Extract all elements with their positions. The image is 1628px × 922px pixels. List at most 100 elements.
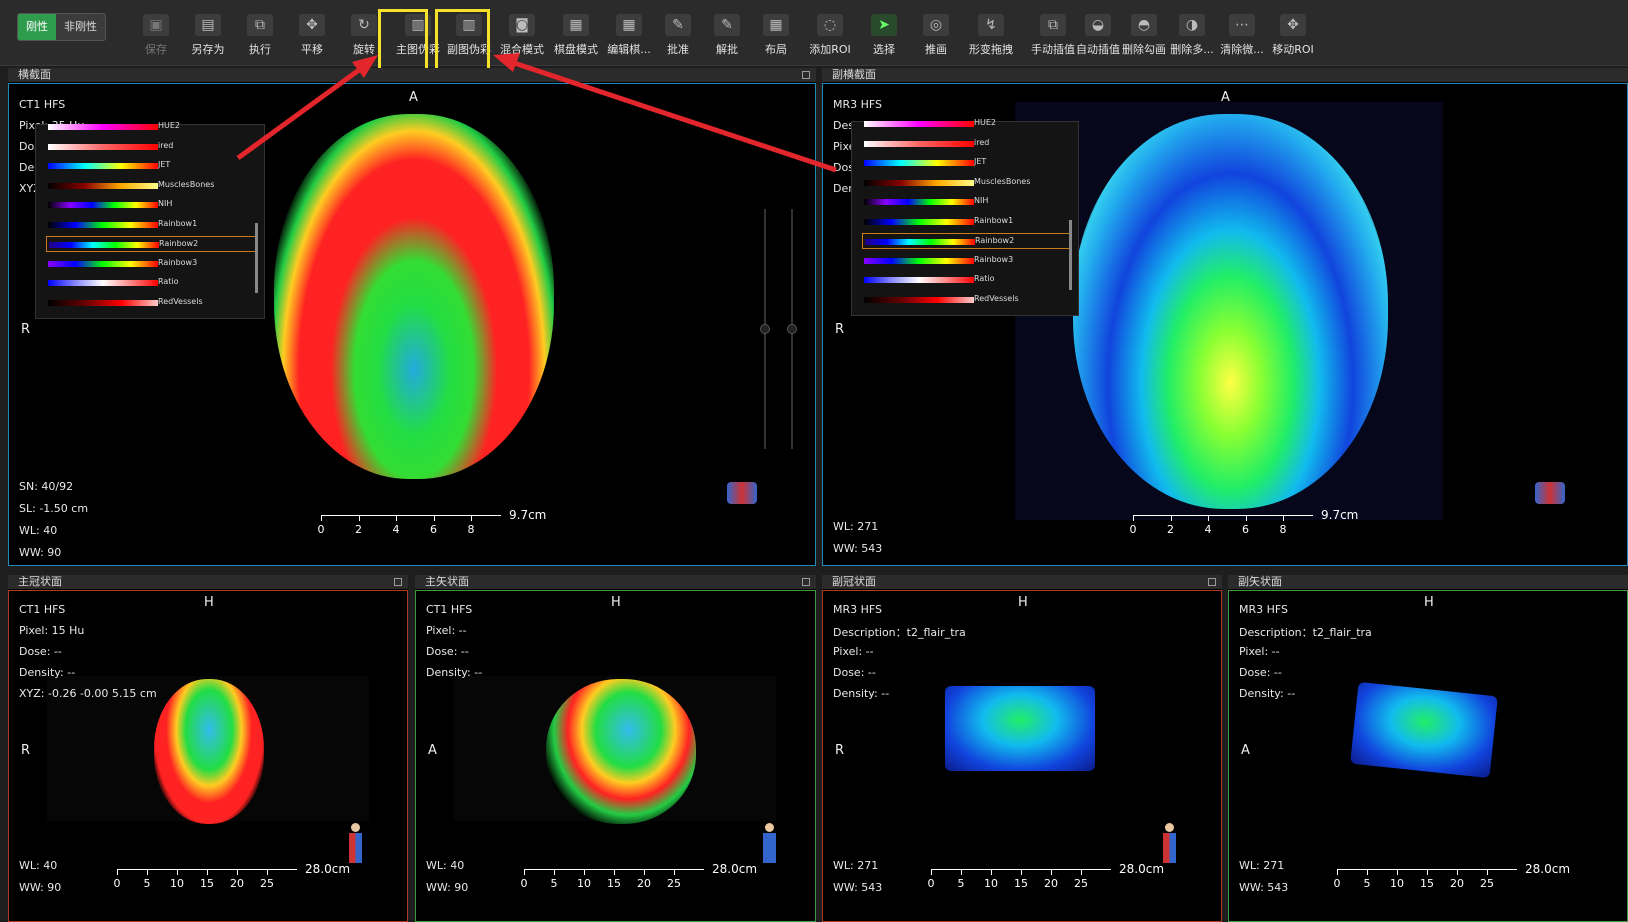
info-line: WL: 40 [426,859,465,872]
scale-tick [433,515,435,521]
scale-tick-label: 15 [1014,877,1028,890]
image-view[interactable]: H A CT1 HFS Pixel: -- Dose: -- Density: … [415,590,816,922]
lut-option-label: Rainbow1 [974,215,1014,225]
lut-option[interactable]: JET [862,155,1072,171]
rigid-mode-button[interactable]: 刚性 [18,14,56,40]
lut-option[interactable]: Rainbow2 [862,233,1072,249]
lut-option[interactable]: JET [46,158,256,174]
lut-option[interactable]: Rainbow2 [46,236,256,252]
secondary-axial-pane[interactable]: 副横截面 A R MR3 HFS Des Pixe Dos Der WL: 27… [822,68,1628,566]
tool-add-roi-button[interactable]: ◌ 添加ROI [802,8,858,60]
lut-scrollbar[interactable] [255,223,258,293]
tool-approve-button[interactable]: ✎ 批准 [650,8,706,60]
maximize-icon[interactable] [1208,578,1216,586]
scale-tick [207,869,208,875]
tool-delete-multi-button[interactable]: ◑ 删除多... [1164,8,1220,60]
lut-option-label: JET [974,157,987,166]
lut-option[interactable]: Rainbow1 [862,214,1072,230]
window-slider[interactable] [760,209,770,449]
lut-option[interactable]: Rainbow1 [46,217,256,233]
image-view[interactable]: H R MR3 HFS Description：t2_flair_tra Pix… [822,590,1222,922]
lut-option[interactable]: RedVessels [46,295,256,311]
save-icon: ▣ [143,14,169,36]
scale-tick-label: 5 [1363,877,1371,890]
tool-checkerboard-button[interactable]: ▦ 棋盘模式 [548,8,604,60]
image-view[interactable]: A R MR3 HFS Des Pixe Dos Der WL: 271 WW:… [822,83,1628,566]
info-line: WL: 40 [19,524,58,537]
lut-option[interactable]: ired [46,139,256,155]
image-view[interactable]: A R CT1 HFS Pixel: 35 Hu Dos Der XYZ SN:… [8,83,816,566]
maximize-icon[interactable] [394,578,402,586]
orientation-left: R [21,322,31,337]
main-axial-pane[interactable]: 横截面 A R CT1 HFS Pixel: 35 Hu Dos Der XYZ… [8,68,816,566]
lut-gradient-swatch [864,121,974,127]
toolbar: 刚性 非刚性 ▣ 保存 ▤ 另存为 ⧉ 执行 ✥ 平移 ↻ 旋转 ▥ 主图伪彩 ▥ 副图伪彩 ◙ 混合模式 ▦ 棋… [0,0,1628,66]
tool-unapprove-button[interactable]: ✎ 解批 [699,8,755,60]
secondary-coronal-pane[interactable]: 副冠状面 H R MR3 HFS Description：t2_flair_tr… [822,575,1222,922]
tool-select-cursor-button[interactable]: ➤ 选择 [856,8,912,60]
lut-option-label: Rainbow1 [158,218,198,228]
lut-dropdown-main[interactable]: HUE2 ired JET MusclesBones NIH Rainbow1 Rainbo… [35,121,265,319]
scale-tick [396,515,397,521]
tool-deform-drag-button[interactable]: ↯ 形变拖拽 [963,8,1019,60]
lut-option-label: Ratio [974,274,995,283]
scale-tick-label: 5 [550,877,558,890]
tool-clear-micro-button[interactable]: ⋯ 清除微... [1214,8,1270,60]
tool-blend-mode-button[interactable]: ◙ 混合模式 [494,8,550,60]
lut-gradient-swatch [864,257,974,264]
scale-tick [961,869,962,875]
image-view[interactable]: H A MR3 HFS Description：t2_flair_tra Pix… [1228,590,1628,922]
scale-tick [267,869,268,875]
lut-option[interactable]: NIH [862,194,1072,210]
lut-option[interactable]: MusclesBones [862,175,1072,191]
lut-option[interactable]: MusclesBones [46,178,256,194]
main-sagittal-pane[interactable]: 主矢状面 H A CT1 HFS Pixel: -- Dose: -- Dens… [415,575,816,922]
scale-tick [1427,869,1428,875]
orientation-left: A [428,743,437,758]
lut-option[interactable]: Rainbow3 [46,256,256,272]
tool-pan-2d-button[interactable]: ✥ 平移 [284,8,340,60]
main-coronal-pane[interactable]: 主冠状面 H R CT1 HFS Pixel: 15 Hu Dose: -- D… [8,575,408,922]
tool-move-roi-3d-button[interactable]: ✥ 移动ROI [1265,8,1321,60]
lut-scrollbar[interactable] [1069,220,1072,290]
maximize-icon[interactable] [802,578,810,586]
pane-title: 主矢状面 [415,575,816,589]
scale-line [1133,515,1313,516]
scale-tick [1457,869,1458,875]
maximize-icon[interactable] [802,71,810,79]
scale-tick [931,869,932,875]
info-line: WW: 543 [833,542,883,555]
level-slider[interactable] [787,209,797,449]
scale-tick-label: 25 [667,877,681,890]
lut-option[interactable]: NIH [46,197,256,213]
scale-tick [1051,869,1052,875]
lut-option[interactable]: ired [862,136,1072,152]
tool-layout-button[interactable]: ▦ 布局 [748,8,804,60]
lut-gradient-swatch [48,163,158,169]
approve-icon: ✎ [665,14,691,36]
tool-execute-button[interactable]: ⧉ 执行 [232,8,288,60]
tool-save-as-button[interactable]: ▤ 另存为 [180,8,236,60]
orientation-top: H [204,595,214,610]
info-line: Dose: -- [426,645,469,658]
scale-tick-label: 0 [927,877,935,890]
lut-option[interactable]: Rainbow3 [862,253,1072,269]
lut-option[interactable]: HUE2 [862,116,1072,132]
lut-option[interactable]: RedVessels [862,292,1072,308]
image-view[interactable]: H R CT1 HFS Pixel: 15 Hu Dose: -- Densit… [8,590,408,922]
lut-dropdown-secondary[interactable]: HUE2 ired JET MusclesBones NIH Rainbow1 Rainbo… [851,118,1079,316]
orientation-left: R [835,322,845,337]
scale-tick-label: 25 [1074,877,1088,890]
scale-bar: 0 5 10 15 20 25 28.0cm [521,862,758,890]
lut-option[interactable]: Ratio [46,275,256,291]
scale-tick-label: 0 [1333,877,1341,890]
secondary-sagittal-pane[interactable]: 副矢状面 H A MR3 HFS Description：t2_flair_tr… [1228,575,1628,922]
lut-option[interactable]: Ratio [862,272,1072,288]
lut-option[interactable]: HUE2 [46,119,256,135]
tool-save-button[interactable]: ▣ 保存 [128,8,184,60]
scale-tick-label: 10 [577,877,591,890]
tool-edit-checkerboard-button[interactable]: ▦ 编辑棋... [601,8,657,60]
nonrigid-mode-button[interactable]: 非刚性 [56,14,105,40]
tool-push-draw-button[interactable]: ◎ 推画 [908,8,964,60]
info-line: Dose: -- [1239,666,1282,679]
